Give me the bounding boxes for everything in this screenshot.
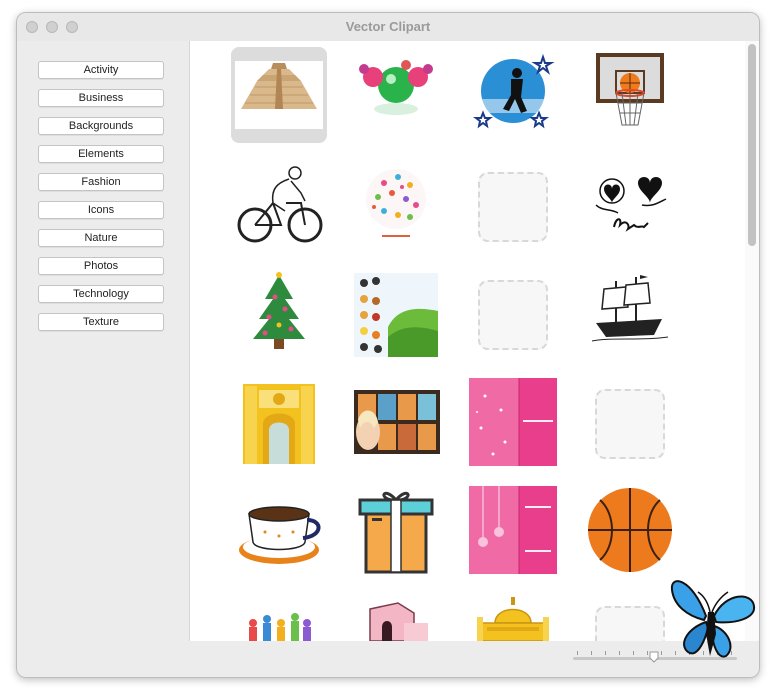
clipart-tile[interactable] xyxy=(582,159,678,255)
palace-facade-icon xyxy=(243,384,315,464)
basketball-player-icon xyxy=(473,53,555,129)
clipart-tile[interactable] xyxy=(231,267,327,363)
category-button-technology[interactable]: Technology xyxy=(38,285,164,303)
clipart-tile[interactable] xyxy=(348,159,444,255)
category-button-elements[interactable]: Elements xyxy=(38,145,164,163)
love-hearts-icon xyxy=(595,177,667,232)
clipart-tile[interactable] xyxy=(465,47,561,143)
bottom-bar xyxy=(17,641,759,677)
slider-tick xyxy=(633,651,634,655)
slider-knob[interactable] xyxy=(649,651,659,663)
pink-house-icon xyxy=(369,602,428,641)
christmas-ornaments-icon xyxy=(359,60,433,115)
people-crowd-icon xyxy=(249,613,311,641)
clipart-tile[interactable] xyxy=(582,484,678,580)
scrollbar-thumb[interactable] xyxy=(748,44,756,246)
category-button-business[interactable]: Business xyxy=(38,89,164,107)
slider-tick xyxy=(591,651,592,655)
category-sidebar: Activity Business Backgrounds Elements F… xyxy=(17,41,189,641)
women-portraits-icon xyxy=(354,390,440,454)
window-title: Vector Clipart xyxy=(345,19,431,34)
clipart-tile[interactable] xyxy=(582,47,678,143)
mosque-dome-icon xyxy=(477,597,549,641)
slider-tick xyxy=(605,651,606,655)
category-button-nature[interactable]: Nature xyxy=(38,229,164,247)
clipart-tile[interactable] xyxy=(231,593,327,641)
clipart-tile[interactable] xyxy=(231,159,327,255)
slider-tick xyxy=(647,651,648,655)
category-button-activity[interactable]: Activity xyxy=(38,61,164,79)
category-button-texture[interactable]: Texture xyxy=(38,313,164,331)
clipart-tile[interactable] xyxy=(465,376,561,472)
clipart-tile[interactable] xyxy=(348,267,444,363)
app-window: Vector Clipart Activity Business Backgro… xyxy=(16,12,760,678)
title-bar: Vector Clipart xyxy=(17,13,759,41)
clipart-tile[interactable] xyxy=(231,376,327,472)
clipart-tile[interactable] xyxy=(348,593,444,641)
sailing-ship-icon xyxy=(591,275,669,342)
clipart-tile[interactable] xyxy=(465,267,561,363)
clipart-tile[interactable] xyxy=(231,484,327,580)
christmas-wreath-icon xyxy=(366,169,426,237)
birthday-card-icon xyxy=(469,378,557,466)
basketball-hoop-icon xyxy=(596,53,664,126)
christmas-tree-icon xyxy=(253,272,305,349)
slider-tick xyxy=(619,651,620,655)
clipart-tile[interactable] xyxy=(231,47,327,143)
clipart-tile[interactable] xyxy=(348,484,444,580)
clipart-grid[interactable] xyxy=(189,41,759,641)
food-landscape-icon xyxy=(354,273,438,357)
pyramid-icon xyxy=(235,61,323,129)
loading-placeholder-icon xyxy=(478,280,548,350)
coffee-cup-icon xyxy=(239,506,321,564)
clipart-tile[interactable] xyxy=(465,159,561,255)
clipart-tile[interactable] xyxy=(582,267,678,363)
basketball-icon xyxy=(588,488,672,572)
clipart-tile[interactable] xyxy=(348,376,444,472)
butterfly-logo-icon xyxy=(670,580,756,658)
christmas-card-icon xyxy=(469,486,557,574)
loading-placeholder-icon xyxy=(595,389,665,459)
loading-placeholder-icon xyxy=(478,172,548,242)
clipart-tile[interactable] xyxy=(582,376,678,472)
cyclist-icon xyxy=(237,166,323,243)
clipart-tile[interactable] xyxy=(465,484,561,580)
category-button-icons[interactable]: Icons xyxy=(38,201,164,219)
slider-tick xyxy=(577,651,578,655)
clipart-tile[interactable] xyxy=(348,47,444,143)
clipart-tile[interactable] xyxy=(465,593,561,641)
category-button-photos[interactable]: Photos xyxy=(38,257,164,275)
category-button-fashion[interactable]: Fashion xyxy=(38,173,164,191)
loading-placeholder-icon xyxy=(595,606,665,641)
category-button-backgrounds[interactable]: Backgrounds xyxy=(38,117,164,135)
gift-box-icon xyxy=(358,491,434,574)
